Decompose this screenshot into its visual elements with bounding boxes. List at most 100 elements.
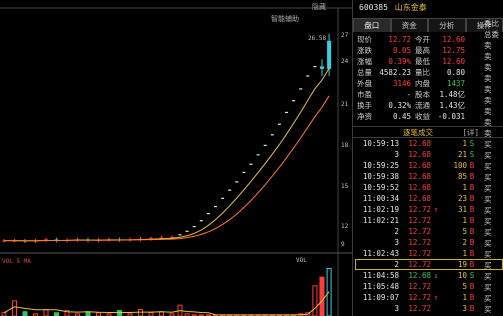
trade-row[interactable]: 10:59:25 12.68 100 B	[355, 160, 503, 171]
trade-volume: 1	[462, 216, 467, 225]
trade-row[interactable]: 11:04:58 12.68 ↓ 10 S	[355, 270, 503, 281]
trade-row[interactable]: 11:09:07 12.72 ↑ 1 B	[355, 292, 503, 303]
candle-body	[270, 134, 274, 136]
quote-value: 12.60	[442, 35, 465, 44]
trade-time: 3	[394, 150, 399, 159]
trade-row[interactable]: 11:00:34 12.68 23 B	[355, 193, 503, 204]
ma-short-line	[4, 67, 330, 242]
side-label: 卖	[484, 96, 492, 105]
side-label: 买	[484, 151, 492, 160]
trade-side: S	[469, 271, 475, 280]
side-label: 卖	[484, 41, 492, 50]
tab-2[interactable]: 分析	[428, 18, 466, 32]
trade-side: S	[469, 139, 475, 148]
quote-label: 最高	[415, 46, 430, 55]
trade-row[interactable]: 11:05:48 12.72 5 B	[355, 281, 503, 292]
quote-value: 0.80	[446, 68, 465, 77]
candle-body	[256, 154, 260, 156]
quote-value: 12.72	[388, 35, 411, 44]
quote-value: 0.39%	[388, 57, 411, 66]
candle-body	[299, 88, 303, 90]
quote-label: 涨跌	[357, 46, 372, 55]
trade-price: 12.68	[408, 271, 431, 280]
quote-value: 0.32%	[388, 101, 411, 110]
trade-row[interactable]: 10:59:13 12.68 1 S	[355, 138, 503, 149]
trade-time: 10:59:25	[362, 161, 399, 170]
kline-chart[interactable]: 26.58 27 24 21 18 15 12 9 VOL 5 MA VOL	[0, 0, 352, 316]
volume-title: VOL 5 MA	[2, 258, 31, 265]
kline-chart-pane[interactable]: 26.58 27 24 21 18 15 12 9 VOL 5 MA VOL 隐藏 智能辅助	[0, 0, 352, 316]
candle-body	[178, 234, 182, 236]
trade-row[interactable]: 2 12.72 19 B	[355, 259, 503, 270]
stock-header: 600385 山东金泰	[353, 0, 503, 16]
trade-volume: 23	[457, 194, 467, 203]
trade-side: B	[469, 161, 475, 170]
trade-row[interactable]: 3 12.68 21 S	[355, 149, 503, 160]
volume-bar	[312, 285, 318, 316]
trade-volume: 1	[462, 293, 467, 302]
side-label: 买	[484, 195, 492, 204]
quote-label: 外盘	[357, 79, 372, 88]
candle-body	[263, 144, 267, 146]
trade-row[interactable]: 2 12.72 5 B	[355, 226, 503, 237]
trade-time: 3	[394, 238, 399, 247]
side-label: 买	[484, 250, 492, 259]
side-label: 卖	[484, 52, 492, 61]
trade-volume: 31	[457, 205, 467, 214]
trade-arrow	[431, 281, 441, 292]
trade-arrow	[431, 138, 441, 149]
trade-arrow	[431, 259, 441, 270]
trades-list[interactable]: 10:59:13 12.68 1 S 3 12.68 21 S 10:59:25 12.68 100…	[353, 138, 503, 314]
trade-arrow	[431, 248, 441, 259]
trade-price: 12.72	[408, 227, 431, 236]
side-label: 总委	[484, 30, 499, 39]
side-label: 卖	[484, 85, 492, 94]
hide-button[interactable]: 隐藏	[312, 2, 326, 12]
quote-row: 总量 4582.23 量比 0.80	[357, 67, 503, 78]
trade-time: 11:02:43	[362, 249, 399, 258]
side-label: 买	[484, 217, 492, 226]
trade-row[interactable]: 10:59:52 12.68 1 B	[355, 182, 503, 193]
trade-side: B	[469, 205, 475, 214]
trade-price: 12.72	[408, 260, 431, 269]
trade-row[interactable]: 10:59:38 12.68 85 B	[355, 171, 503, 182]
trade-price: 12.68	[408, 139, 431, 148]
trade-side: B	[469, 260, 475, 269]
side-label: 卖	[484, 118, 492, 127]
volume-bar	[319, 276, 325, 316]
side-label: 买	[484, 261, 492, 270]
panel-tabs: 盘口 资金 分析 操作	[353, 18, 503, 32]
candle-body	[199, 220, 203, 222]
side-label: 买	[484, 140, 492, 149]
trade-row[interactable]: 11:02:21 12.72 1 B	[355, 215, 503, 226]
candle-body	[320, 66, 324, 69]
side-label: 卖	[484, 74, 492, 83]
quote-label: 收益	[415, 112, 430, 121]
trade-volume: 10	[457, 271, 467, 280]
trade-side: B	[469, 216, 475, 225]
side-label: 买	[484, 173, 492, 182]
trade-time: 2	[394, 227, 399, 236]
tab-0[interactable]: 盘口	[353, 18, 391, 32]
side-label: 买	[484, 272, 492, 281]
trade-arrow	[431, 160, 441, 171]
trade-price: 12.68	[408, 161, 431, 170]
trade-row[interactable]: 3 12.72 2 B	[355, 237, 503, 248]
trade-arrow: ↑	[433, 293, 439, 302]
trade-time: 11:04:58	[362, 271, 399, 280]
trade-row[interactable]: 3 12.72 3 B	[355, 303, 503, 314]
candle-body	[249, 163, 253, 165]
trades-detail-link[interactable]: [详]	[462, 127, 479, 138]
trade-arrow	[431, 149, 441, 160]
side-label: 买	[484, 283, 492, 292]
trade-time: 3	[394, 304, 399, 313]
trade-arrow	[431, 182, 441, 193]
smart-assist-button[interactable]: 智能辅助	[271, 14, 299, 24]
quote-label: 内盘	[415, 79, 430, 88]
trade-row[interactable]: 11:02:43 12.72 1 B	[355, 248, 503, 259]
trade-row[interactable]: 11:02:19 12.72 ↑ 31 B	[355, 204, 503, 215]
trade-side: B	[469, 183, 475, 192]
tab-1[interactable]: 资金	[390, 18, 428, 32]
trade-arrow	[431, 237, 441, 248]
quote-value: -	[406, 90, 411, 99]
